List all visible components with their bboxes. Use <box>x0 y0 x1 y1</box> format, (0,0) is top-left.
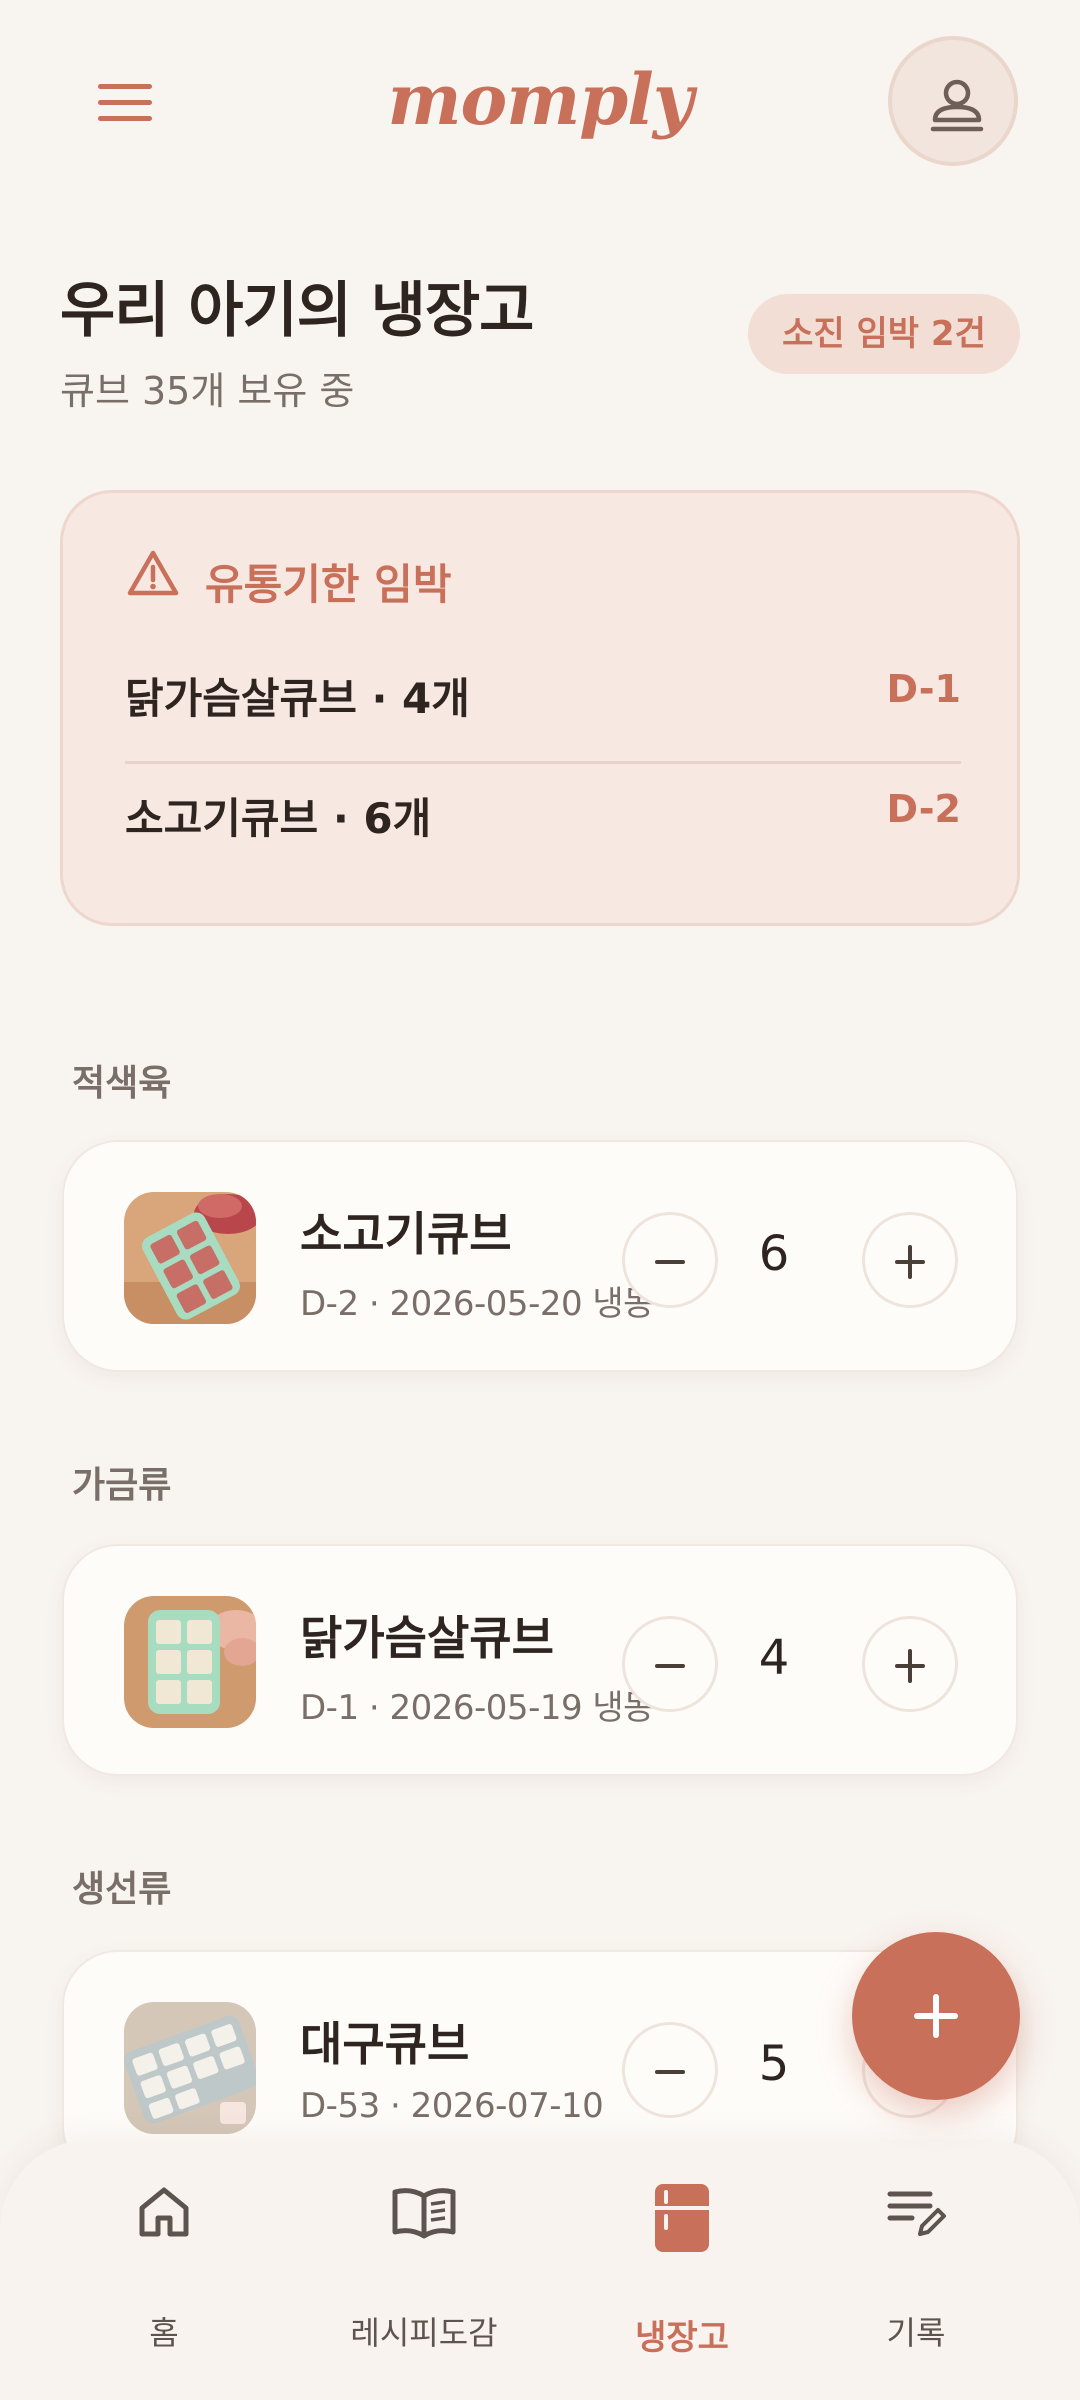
nav-item-records[interactable]: 기록 <box>806 2182 1026 2352</box>
quantity-value: 4 <box>758 1630 790 1686</box>
app-logo: momply <box>387 58 693 141</box>
expiry-item-dday: D-1 <box>886 667 961 711</box>
decrease-button[interactable] <box>622 1616 718 1712</box>
expiry-item-label: 닭가슴살큐브 · 4개 <box>125 674 470 723</box>
nav-label: 레시피도감 <box>350 2314 498 2352</box>
nav-item-fridge[interactable]: 냉장고 <box>572 2182 792 2358</box>
chicken-cube-thumbnail <box>124 1596 256 1728</box>
fridge-screen: momply 우리 아기의 냉장고 큐브 35개 보유 중 소진 임박 2건 유… <box>0 0 1080 2400</box>
item-meta: D-53 · 2026-07-10 <box>300 2086 604 2126</box>
user-icon <box>930 79 984 132</box>
cube-item-card[interactable]: 소고기큐브 D-2 · 2026-05-20 냉동 6 <box>62 1140 1018 1372</box>
increase-button[interactable] <box>862 1212 958 1308</box>
fridge-icon <box>655 2184 709 2252</box>
profile-button[interactable] <box>888 36 1018 166</box>
section-label-red-meat: 적색육 <box>72 1063 172 1104</box>
increase-button[interactable] <box>862 1616 958 1712</box>
cube-item-card[interactable]: 닭가슴살큐브 D-1 · 2026-05-19 냉동 4 <box>62 1544 1018 1776</box>
section-label-poultry: 가금류 <box>72 1465 172 1506</box>
decrease-button[interactable] <box>622 2022 718 2118</box>
quantity-value: 6 <box>758 1226 790 1282</box>
bottom-navigation: 홈 레시피도감 냉장고 기록 <box>0 2140 1080 2400</box>
menu-button[interactable] <box>92 80 160 130</box>
expiry-item-label: 소고기큐브 · 6개 <box>125 794 432 843</box>
cube-count-subtitle: 큐브 35개 보유 중 <box>60 369 355 413</box>
decrease-button[interactable] <box>622 1212 718 1308</box>
item-name: 대구큐브 <box>300 2017 470 2071</box>
book-icon <box>392 2188 456 2239</box>
beef-cube-thumbnail <box>124 1192 256 1324</box>
edit-list-icon <box>887 2191 946 2236</box>
app-header: momply <box>0 0 1080 200</box>
nav-label: 기록 <box>886 2314 946 2352</box>
nav-item-recipes[interactable]: 레시피도감 <box>314 2182 534 2352</box>
depletion-alert-badge[interactable]: 소진 임박 2건 <box>748 294 1020 374</box>
nav-label: 홈 <box>149 2314 179 2352</box>
hamburger-menu-icon <box>98 84 152 89</box>
section-label-fish: 생선류 <box>72 1869 172 1910</box>
nav-label: 냉장고 <box>635 2318 729 2358</box>
item-name: 닭가슴살큐브 <box>300 1611 554 1665</box>
expiry-item[interactable]: 닭가슴살큐브 · 4개 D-1 <box>125 647 961 737</box>
add-cube-button[interactable] <box>852 1932 1020 2100</box>
divider <box>125 761 961 764</box>
quantity-value: 5 <box>758 2036 790 2092</box>
warning-icon <box>127 550 179 596</box>
item-meta: D-2 · 2026-05-20 냉동 <box>300 1284 654 1324</box>
item-name: 소고기큐브 <box>300 1207 512 1261</box>
item-meta: D-1 · 2026-05-19 냉동 <box>300 1688 654 1728</box>
page-title: 우리 아기의 냉장고 <box>60 276 534 346</box>
expiry-item-dday: D-2 <box>886 787 961 831</box>
expiry-item[interactable]: 소고기큐브 · 6개 D-2 <box>125 767 961 857</box>
cod-cube-thumbnail <box>124 2002 256 2134</box>
nav-item-home[interactable]: 홈 <box>54 2182 274 2352</box>
expiry-title: 유통기한 임박 <box>205 560 452 609</box>
home-icon <box>139 2187 189 2237</box>
expiry-warning-card: 유통기한 임박 닭가슴살큐브 · 4개 D-1 소고기큐브 · 6개 D-2 <box>60 490 1020 926</box>
